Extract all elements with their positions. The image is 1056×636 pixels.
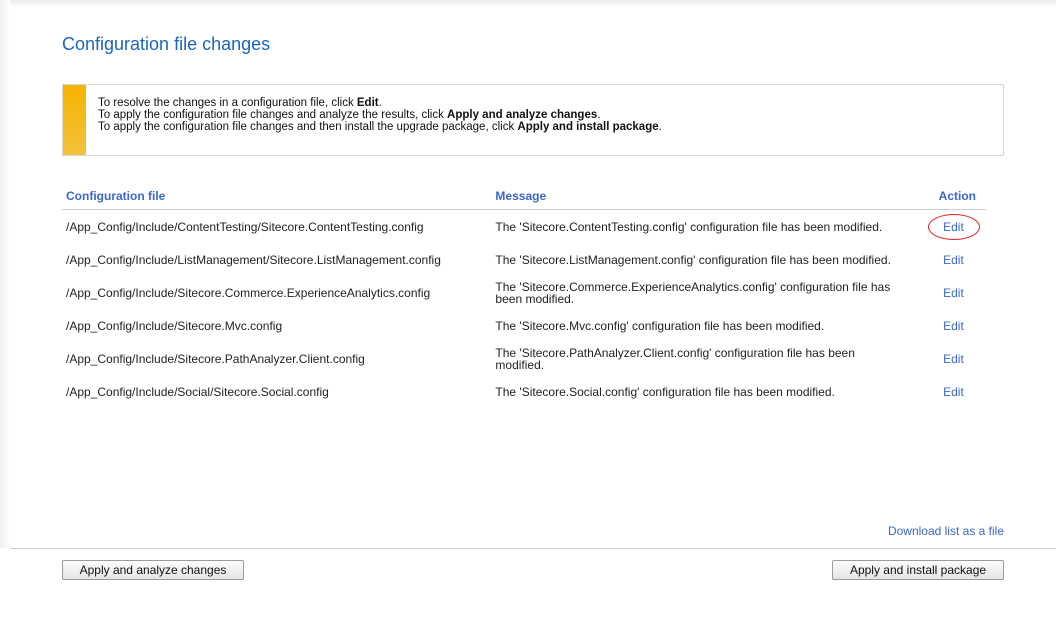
info-line-bold: Edit (356, 97, 379, 109)
info-line-suffix: . (378, 97, 382, 109)
row-message: The 'Sitecore.ContentTesting.config' con… (495, 219, 883, 234)
row-action-cell: Edit (905, 375, 986, 408)
info-line-install: To apply the configuration file changes … (98, 121, 662, 133)
row-file-path: /App_Config/Include/ContentTesting/Sitec… (66, 219, 424, 234)
row-message: The 'Sitecore.Commerce.ExperienceAnalyti… (495, 279, 891, 306)
table-row: /App_Config/Include/Sitecore.Mvc.config … (62, 309, 986, 342)
table-row: /App_Config/Include/Sitecore.Commerce.Ex… (62, 276, 986, 309)
row-file-path: /App_Config/Include/ListManagement/Sitec… (66, 252, 441, 267)
apply-and-install-button[interactable]: Apply and install package (832, 560, 1004, 580)
info-line-edit: To resolve the changes in a configuratio… (98, 97, 662, 109)
info-line-suffix: . (597, 109, 601, 121)
row-action-cell: Edit (905, 210, 986, 244)
info-line-analyze: To apply the configuration file changes … (98, 109, 662, 121)
edit-link[interactable]: Edit (943, 254, 964, 266)
edit-link[interactable]: Edit (943, 386, 964, 398)
header-action: Action (904, 187, 986, 210)
table-row: /App_Config/Include/Sitecore.PathAnalyze… (62, 342, 986, 375)
row-file-path: /App_Config/Include/Sitecore.PathAnalyze… (66, 351, 365, 366)
row-file-path: /App_Config/Include/Sitecore.Commerce.Ex… (66, 285, 431, 300)
edit-link[interactable]: Edit (943, 287, 964, 299)
header-message: Message (491, 187, 905, 210)
row-message: The 'Sitecore.ListManagement.config' con… (495, 252, 891, 267)
table-header-row: Configuration file Message Action (62, 187, 986, 210)
edit-link[interactable]: Edit (943, 320, 964, 332)
row-message: The 'Sitecore.PathAnalyzer.Client.config… (495, 345, 855, 372)
info-accent-bar (63, 85, 86, 155)
row-action-cell: Edit (905, 342, 986, 375)
row-action-cell: Edit (905, 243, 986, 276)
footer-divider (10, 548, 1056, 549)
row-action-cell: Edit (905, 276, 986, 309)
info-line-text: To resolve the changes in a configuratio… (98, 97, 357, 109)
edit-link[interactable]: Edit (943, 353, 964, 365)
download-list-link[interactable]: Download list as a file (888, 524, 1004, 538)
row-file-path: /App_Config/Include/Social/Sitecore.Soci… (66, 384, 329, 399)
info-line-bold: Apply and install package (517, 121, 659, 133)
info-line-bold: Apply and analyze changes (447, 109, 598, 121)
top-shadow (0, 0, 1056, 8)
info-line-text: To apply the configuration file changes … (98, 121, 518, 133)
left-shadow (0, 0, 10, 548)
row-file-path: /App_Config/Include/Sitecore.Mvc.config (66, 318, 283, 333)
row-message: The 'Sitecore.Mvc.config' configuration … (495, 318, 825, 333)
page-title: Configuration file changes (62, 34, 271, 54)
info-line-suffix: . (658, 121, 662, 133)
row-action-cell: Edit (905, 309, 986, 342)
row-message: The 'Sitecore.Social.config' configurati… (495, 384, 835, 399)
page: Configuration file changes To resolve th… (0, 0, 1056, 636)
config-changes-table: Configuration file Message Action /App_C… (62, 187, 986, 408)
header-configuration-file: Configuration file (62, 187, 492, 210)
table-row: /App_Config/Include/ContentTesting/Sitec… (62, 210, 986, 244)
table-row: /App_Config/Include/Social/Sitecore.Soci… (62, 375, 986, 408)
apply-and-analyze-button[interactable]: Apply and analyze changes (62, 560, 244, 580)
table-row: /App_Config/Include/ListManagement/Sitec… (62, 243, 986, 276)
info-text: To resolve the changes in a configuratio… (98, 97, 662, 133)
info-line-text: To apply the configuration file changes … (98, 109, 448, 121)
edit-link[interactable]: Edit (928, 213, 980, 240)
info-box: To resolve the changes in a configuratio… (62, 84, 1004, 156)
